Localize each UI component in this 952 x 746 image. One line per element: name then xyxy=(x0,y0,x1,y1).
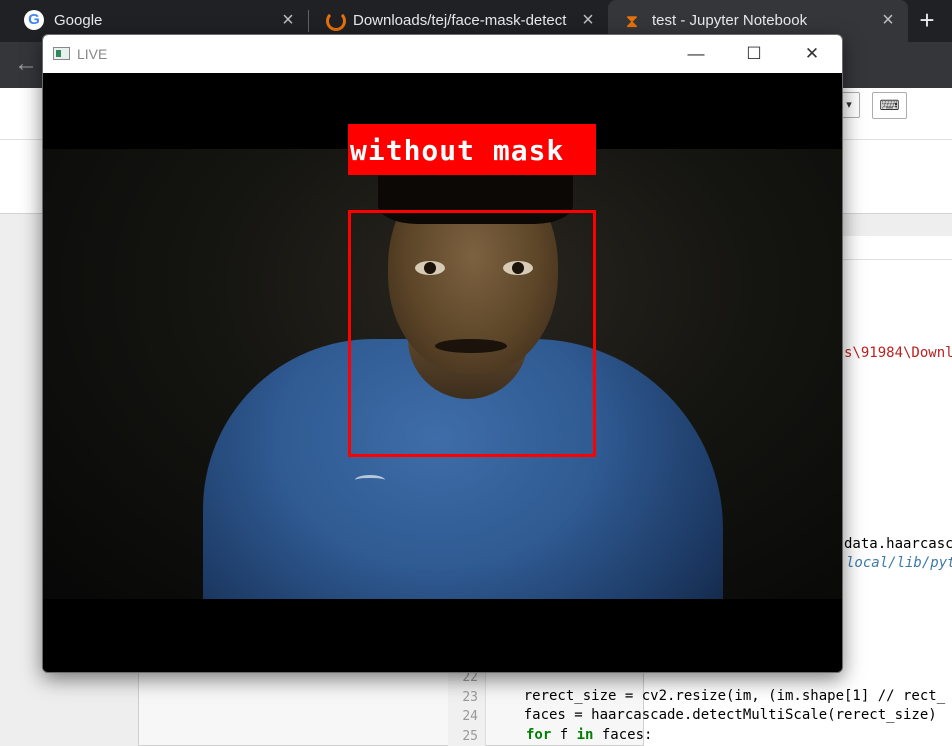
window-titlebar[interactable]: LIVE — ☐ ✕ xyxy=(43,35,842,73)
code-line: rerect_size = cv2.resize(im, (im.shape[1… xyxy=(490,688,946,704)
minimize-button[interactable]: — xyxy=(673,41,719,67)
new-tab-button[interactable]: + xyxy=(914,7,940,34)
code-line: for f in faces: xyxy=(526,727,652,743)
tab-jupyter-title: test - Jupyter Notebook xyxy=(652,12,808,29)
code-keyword: for xyxy=(526,727,552,743)
face-detection-box xyxy=(348,210,596,457)
close-icon[interactable]: × xyxy=(278,10,298,31)
close-icon[interactable]: × xyxy=(578,10,598,31)
shirt-logo xyxy=(355,475,385,485)
close-icon[interactable]: × xyxy=(878,10,898,31)
loading-icon xyxy=(326,11,346,31)
line-number: 23 xyxy=(462,690,478,705)
google-icon: G xyxy=(24,10,44,30)
code-token: faces: xyxy=(593,727,653,743)
detection-label: without mask xyxy=(350,134,565,167)
code-attr-fragment: data.haarcasca xyxy=(844,536,952,552)
live-window[interactable]: LIVE — ☐ ✕ without mask xyxy=(42,34,843,673)
keyboard-shortcuts-button[interactable]: ⌨ xyxy=(872,92,907,119)
maximize-button[interactable]: ☐ xyxy=(731,41,777,67)
code-string-fragment: s\91984\Downl xyxy=(844,345,952,361)
back-arrow-icon[interactable]: ← xyxy=(14,52,40,78)
close-button[interactable]: ✕ xyxy=(789,41,835,67)
code-token: f xyxy=(551,727,577,743)
line-number: 24 xyxy=(462,709,478,724)
app-icon xyxy=(53,47,70,60)
tab-google-title: Google xyxy=(54,12,103,29)
hourglass-icon: ⧗ xyxy=(625,11,639,31)
code-keyword: in xyxy=(576,727,594,743)
line-number: 25 xyxy=(462,729,478,744)
webcam-feed: without mask xyxy=(43,73,842,672)
code-line: faces = haarcascade.detectMultiScale(rer… xyxy=(490,707,937,723)
tab-downloads-title: Downloads/tej/face-mask-detect xyxy=(353,12,567,29)
window-title: LIVE xyxy=(77,46,108,62)
code-output-fragment: local/lib/pyt xyxy=(846,555,952,571)
